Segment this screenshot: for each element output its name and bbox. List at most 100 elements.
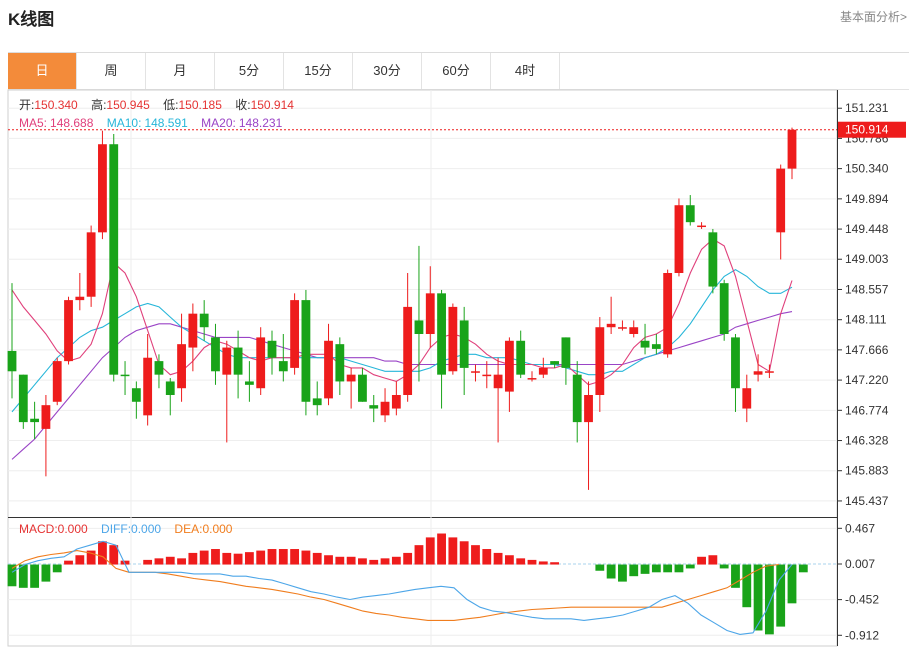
- candle-body: [290, 300, 300, 368]
- price-axis: 151.231150.786150.340149.894149.448149.0…: [837, 101, 889, 642]
- price-tick-label: 145.883: [845, 464, 889, 478]
- macd-bar: [335, 556, 345, 565]
- high-value: 150.945: [106, 98, 150, 112]
- diff-label: DIFF:: [101, 522, 131, 536]
- candle-body: [459, 320, 469, 368]
- low-label: 低:: [163, 98, 178, 112]
- candle-body: [685, 205, 695, 223]
- candle-body: [538, 367, 548, 375]
- ma-readout: MA5: 148.688 MA10: 148.591 MA20: 148.231: [19, 116, 283, 130]
- candle-body: [437, 293, 446, 375]
- candle-body: [719, 283, 729, 334]
- candle-body: [787, 129, 797, 169]
- ma20-value: 148.231: [239, 116, 283, 130]
- diff-value: 0.000: [131, 522, 161, 536]
- candle-body: [561, 337, 571, 368]
- candle-body: [120, 374, 130, 377]
- macd-tick-label: 0.467: [845, 521, 875, 535]
- candle-body: [629, 327, 639, 334]
- candle-body: [595, 327, 605, 395]
- macd-bar: [595, 564, 605, 571]
- candle-body: [211, 337, 220, 372]
- ma10-label: MA10:: [107, 116, 142, 130]
- candle-body: [324, 340, 333, 399]
- macd-bars: [7, 533, 808, 635]
- price-tick-label: 147.220: [845, 373, 889, 387]
- low-value: 150.185: [179, 98, 223, 112]
- diff-line: [11, 540, 793, 635]
- macd-bar: [233, 553, 243, 565]
- candle-body: [618, 327, 627, 329]
- macd-bar: [787, 564, 797, 604]
- macd-bar: [188, 552, 198, 565]
- candle-body: [30, 418, 40, 423]
- macd-readout: MACD:0.000 DIFF:0.000 DEA:0.000: [19, 522, 233, 536]
- macd-bar: [154, 558, 164, 565]
- macd-bar: [482, 549, 492, 565]
- price-tick-label: 145.437: [845, 494, 889, 508]
- candle-body: [369, 405, 379, 409]
- candle-body: [256, 337, 266, 389]
- macd-bar: [143, 559, 153, 565]
- macd-bar: [324, 555, 333, 565]
- macd-bar: [199, 550, 209, 565]
- macd-tick-label: -0.452: [845, 593, 879, 607]
- macd-bar: [640, 564, 650, 574]
- ma20-label: MA20:: [201, 116, 236, 130]
- candle-body: [380, 401, 390, 416]
- candle-body: [403, 306, 413, 395]
- macd-bar: [391, 556, 401, 565]
- price-tick-label: 148.557: [845, 282, 889, 296]
- macd-bar: [742, 564, 752, 608]
- candle-body: [143, 357, 153, 416]
- macd-bar: [41, 564, 51, 582]
- open-value: 150.340: [34, 98, 78, 112]
- macd-bar: [719, 564, 729, 569]
- macd-bar: [414, 545, 424, 565]
- macd-bar: [516, 558, 526, 565]
- candle-body: [764, 371, 774, 373]
- candle-body: [640, 340, 650, 348]
- macd-bar: [165, 556, 175, 565]
- candle-body: [482, 374, 492, 377]
- price-tick-label: 150.340: [845, 162, 889, 176]
- kline-chart[interactable]: 151.231150.786150.340149.894149.448149.0…: [0, 0, 911, 650]
- candle-body: [776, 168, 786, 233]
- macd-bar: [459, 541, 469, 565]
- candle-body: [278, 361, 288, 372]
- macd-bar: [618, 564, 627, 582]
- macd-bar: [437, 533, 446, 565]
- macd-bar: [663, 564, 673, 573]
- price-tick-label: 149.448: [845, 222, 889, 236]
- macd-bar: [358, 558, 367, 565]
- high-label: 高:: [91, 97, 106, 112]
- macd-bar: [538, 561, 548, 565]
- macd-bar: [685, 564, 695, 569]
- macd-bar: [764, 564, 774, 635]
- candle-body: [335, 344, 345, 382]
- macd-bar: [471, 545, 480, 565]
- candle-body: [98, 144, 107, 233]
- macd-bar: [425, 537, 435, 565]
- price-tick-label: 149.894: [845, 192, 889, 206]
- macd-bar: [177, 558, 186, 565]
- candle-body: [471, 371, 480, 373]
- candle-body: [742, 388, 752, 409]
- macd-bar: [211, 549, 220, 565]
- macd-bar: [798, 564, 808, 573]
- candle-body: [301, 300, 311, 402]
- price-tick-label: 151.231: [845, 101, 889, 115]
- candle-body: [651, 344, 661, 349]
- candle-body: [674, 205, 684, 273]
- candle-body: [64, 300, 73, 362]
- macd-bar: [256, 550, 266, 565]
- macd-bar: [267, 549, 277, 565]
- candle-body: [244, 381, 254, 385]
- candle-body: [233, 347, 243, 375]
- macd-bar: [550, 562, 560, 565]
- candle-body: [663, 273, 673, 355]
- macd-label: MACD:: [19, 522, 58, 536]
- candle-body: [346, 374, 356, 382]
- candle-body: [267, 340, 277, 358]
- macd-bar: [30, 564, 40, 588]
